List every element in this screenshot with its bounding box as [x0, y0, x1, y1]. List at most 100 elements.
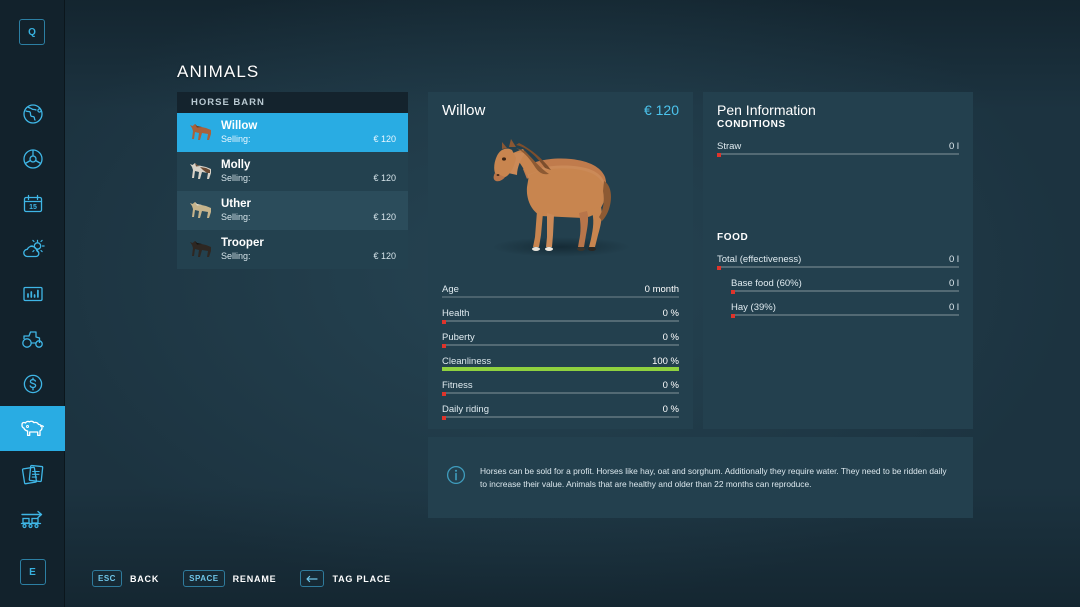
- list-item[interactable]: Uther Selling: € 120: [177, 191, 408, 230]
- sidebar-next-key[interactable]: E: [19, 559, 46, 585]
- sidebar-item-map[interactable]: [0, 91, 65, 136]
- pen-information-panel: Pen Information CONDITIONS Straw 0 l FOO…: [703, 92, 973, 429]
- sidebar-item-animals[interactable]: [0, 406, 65, 451]
- sidebar-item-vehicles[interactable]: [0, 136, 65, 181]
- list-item[interactable]: Trooper Selling: € 120: [177, 230, 408, 269]
- stat-row-puberty: Puberty 0 %: [442, 327, 679, 351]
- stat-track: [442, 392, 679, 394]
- hotkey-rename[interactable]: SPACE RENAME: [183, 570, 276, 587]
- sidebar-item-contracts[interactable]: [0, 451, 65, 496]
- stat-line: Daily riding 0 %: [442, 399, 679, 415]
- stat-line: Cleanliness 100 %: [442, 351, 679, 367]
- pen-line: Straw 0 l: [717, 136, 959, 152]
- sidebar-next-key-label: E: [29, 566, 36, 578]
- stat-row-health: Health 0 %: [442, 303, 679, 327]
- horse-thumbnail: [185, 118, 217, 148]
- list-item-price: € 120: [373, 212, 396, 222]
- horse-icon: [190, 201, 211, 218]
- list-item-status: Selling:: [221, 212, 251, 222]
- globe-icon: [22, 103, 43, 124]
- stat-label: Fitness: [442, 380, 473, 391]
- stat-track: [442, 296, 679, 298]
- list-item[interactable]: Willow Selling: € 120: [177, 113, 408, 152]
- pen-line: Base food (60%) 0 l: [731, 273, 959, 289]
- list-item-sub: Selling: € 120: [221, 173, 400, 184]
- stat-value: 0 %: [662, 404, 679, 415]
- pen-food-rows: Total (effectiveness) 0 l Base food (60%…: [703, 243, 973, 321]
- pen-zero-marker: [731, 314, 735, 318]
- pen-label: Hay (39%): [731, 302, 776, 313]
- page-title: ANIMALS: [177, 62, 260, 81]
- pen-value: 0 l: [948, 141, 959, 152]
- sidebar-prev-key[interactable]: Q: [19, 19, 45, 45]
- hotkey-tag-place[interactable]: TAG PLACE: [300, 570, 391, 587]
- sidebar-prev-key-label: Q: [28, 26, 36, 38]
- list-item-name: Willow: [221, 120, 258, 132]
- info-text: Horses can be sold for a profit. Horses …: [480, 465, 947, 489]
- pen-row-base-food: Base food (60%) 0 l: [717, 273, 959, 297]
- pen-track: [731, 290, 959, 292]
- svg-text:15: 15: [29, 204, 37, 211]
- pen-zero-marker: [717, 153, 721, 157]
- sidebar-item-finances[interactable]: [0, 361, 65, 406]
- pen-value: 0 l: [948, 302, 959, 313]
- pen-value: 0 l: [948, 278, 959, 289]
- horse-icon: [190, 162, 211, 179]
- list-item-sub: Selling: € 120: [221, 134, 400, 145]
- sidebar-item-machines[interactable]: [0, 316, 65, 361]
- calendar-icon: 15: [23, 194, 42, 212]
- info-circle-icon: [446, 465, 466, 485]
- stat-label: Daily riding: [442, 404, 489, 415]
- list-item[interactable]: Molly Selling: € 120: [177, 152, 408, 191]
- info-box: Horses can be sold for a profit. Horses …: [428, 437, 973, 518]
- pen-zero-marker: [731, 290, 735, 294]
- stat-row-daily-riding: Daily riding 0 %: [442, 399, 679, 423]
- stat-line: Age 0 month: [442, 279, 679, 295]
- info-icon-wrap: [446, 465, 468, 490]
- list-item-status: Selling:: [221, 251, 251, 261]
- horse-model: [493, 139, 611, 251]
- sidebar-item-calendar[interactable]: 15: [0, 181, 65, 226]
- pen-title: Pen Information: [717, 102, 816, 118]
- weather-icon: [22, 239, 45, 257]
- tractor-icon: [21, 330, 43, 348]
- stat-label: Puberty: [442, 332, 475, 343]
- sidebar-next-key-wrap: E: [0, 559, 65, 585]
- pen-row-total: Total (effectiveness) 0 l: [717, 249, 959, 273]
- hotkey-label-back: BACK: [129, 573, 160, 584]
- stat-value: 0 %: [662, 380, 679, 391]
- list-item-status: Selling:: [221, 173, 251, 183]
- list-item-name: Molly: [221, 159, 251, 171]
- sidebar-item-production[interactable]: [0, 496, 65, 541]
- pen-track: [717, 266, 959, 268]
- list-item-sub: Selling: € 120: [221, 212, 400, 223]
- pen-conditions-rows: Straw 0 l: [703, 130, 973, 160]
- stat-zero-marker: [442, 392, 446, 396]
- sidebar-item-statistics[interactable]: [0, 271, 65, 316]
- hotkey-key-esc: ESC: [92, 570, 122, 587]
- stat-row-age: Age 0 month: [442, 279, 679, 303]
- list-item-name: Trooper: [221, 237, 264, 249]
- horse-icon: [190, 240, 211, 257]
- production-icon: [20, 510, 42, 528]
- list-item-text: Trooper Selling: € 120: [221, 237, 400, 262]
- pen-line: Hay (39%) 0 l: [731, 297, 959, 313]
- pen-track: [731, 314, 959, 316]
- stat-value: 0 %: [662, 308, 679, 319]
- sidebar-items: 15: [0, 91, 65, 541]
- hotkey-back[interactable]: ESC BACK: [92, 570, 159, 587]
- stat-label: Age: [442, 284, 459, 295]
- pen-label: Base food (60%): [731, 278, 802, 289]
- stat-line: Fitness 0 %: [442, 375, 679, 391]
- hotkey-label-rename: RENAME: [232, 573, 277, 584]
- stat-track: [442, 416, 679, 418]
- hotkey-key-space: SPACE: [183, 570, 225, 587]
- dollar-icon: [23, 374, 42, 393]
- arrow-left-icon: [306, 575, 319, 582]
- pen-track: [717, 153, 959, 155]
- sidebar-item-weather[interactable]: [0, 226, 65, 271]
- pen-spacer: [703, 160, 973, 232]
- horse-thumbnail: [185, 235, 217, 265]
- stat-track: [442, 344, 679, 346]
- stat-fill: [442, 367, 679, 371]
